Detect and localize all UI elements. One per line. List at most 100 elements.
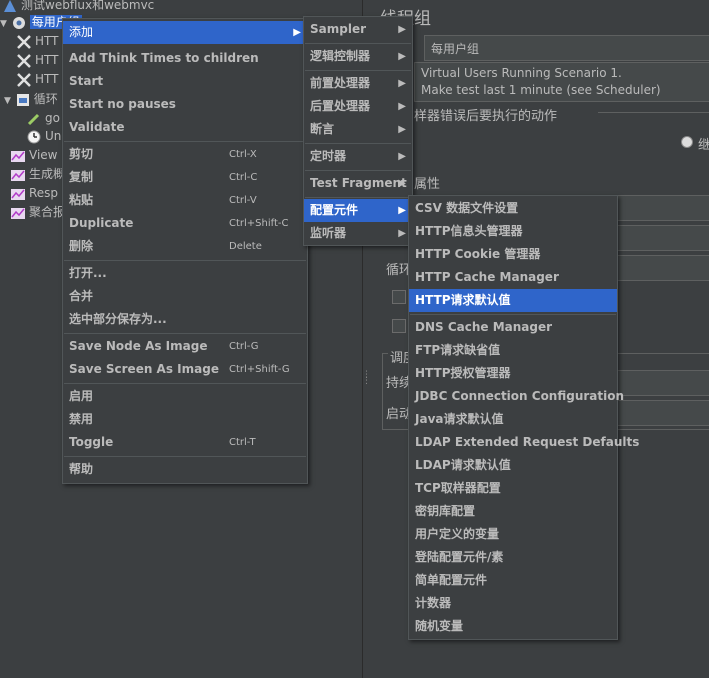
submenu-item-logic-controller[interactable]: 逻辑控制器 ▶ — [304, 45, 412, 68]
tree-node-go[interactable]: go — [26, 109, 60, 127]
menu-item-open[interactable]: 打开... — [63, 262, 307, 285]
submenu-arrow-icon: ▶ — [398, 101, 406, 112]
menu-separator — [64, 260, 306, 261]
tree-node-http-1[interactable]: HTT — [16, 32, 58, 50]
submenu-arrow-icon: ▶ — [398, 78, 406, 89]
menu-item-save-screen-image[interactable]: Save Screen As Image Ctrl+Shift-G — [63, 358, 307, 381]
menu-item-cut[interactable]: 剪切 Ctrl-X — [63, 143, 307, 166]
menu-item-duplicate[interactable]: Duplicate Ctrl+Shift-C — [63, 212, 307, 235]
menu-item-merge[interactable]: 合并 — [63, 285, 307, 308]
on-error-section-label: 样器错误后要执行的动作 — [414, 109, 558, 124]
config-item-keystore-config[interactable]: 密钥库配置 — [409, 500, 617, 523]
thread-properties-label: 属性 — [414, 177, 441, 192]
tree-node-http-2[interactable]: HTT — [16, 51, 58, 69]
sampler-tools-icon — [16, 53, 32, 69]
tree-node-loop[interactable]: ▼ 循环 — [4, 90, 58, 108]
menu-item-paste[interactable]: 粘贴 Ctrl-V — [63, 189, 307, 212]
loop-count-field[interactable] — [616, 255, 709, 281]
radio-label: 继 — [698, 138, 709, 153]
menu-separator — [305, 43, 411, 44]
menu-item-start-no-pauses[interactable]: Start no pauses — [63, 93, 307, 116]
comments-field[interactable]: Virtual Users Running Scenario 1. Make t… — [414, 62, 709, 102]
menu-item-help[interactable]: 帮助 — [63, 458, 307, 481]
submenu-arrow-icon: ▶ — [398, 51, 406, 62]
submenu-item-pre-processor[interactable]: 前置处理器 ▶ — [304, 72, 412, 95]
config-item-ldap-extended-defaults[interactable]: LDAP Extended Request Defaults — [409, 431, 639, 454]
menu-separator — [305, 70, 411, 71]
menu-separator — [305, 170, 411, 171]
menu-item-enable[interactable]: 启用 — [63, 385, 307, 408]
config-item-ldap-defaults[interactable]: LDAP请求默认值 — [409, 454, 617, 477]
test-plan-icon — [2, 0, 18, 14]
submenu-item-post-processor[interactable]: 后置处理器 ▶ — [304, 95, 412, 118]
submenu-arrow-icon: ▶ — [293, 27, 301, 38]
tree-node-resp[interactable]: Resp — [10, 184, 58, 202]
config-item-simple-config[interactable]: 简单配置元件 — [409, 569, 617, 592]
config-item-cookie-manager[interactable]: HTTP Cookie 管理器 — [409, 243, 617, 266]
submenu-arrow-icon: ▶ — [398, 228, 406, 239]
menu-item-save-node-image[interactable]: Save Node As Image Ctrl-G — [63, 335, 307, 358]
pencil-icon — [26, 111, 42, 127]
listener-graph-icon — [10, 205, 26, 221]
submenu-item-test-fragment[interactable]: Test Fragment ▶ — [304, 172, 412, 195]
divider-grip-icon[interactable]: ⋮ ⋮ — [362, 371, 371, 386]
config-item-dns-cache-manager[interactable]: DNS Cache Manager — [409, 316, 617, 339]
duration-field[interactable] — [616, 370, 709, 396]
name-field[interactable]: 每用户组 — [424, 35, 709, 61]
timer-icon — [26, 129, 42, 145]
config-item-tcp-sampler-config[interactable]: TCP取样器配置 — [409, 477, 617, 500]
submenu-item-timer[interactable]: 定时器 ▶ — [304, 145, 412, 168]
threads-count-field[interactable] — [616, 195, 709, 221]
config-item-cache-manager[interactable]: HTTP Cache Manager — [409, 266, 617, 289]
config-item-ftp-defaults[interactable]: FTP请求缺省值 — [409, 339, 617, 362]
listener-graph-icon — [10, 148, 26, 164]
startup-delay-field[interactable] — [616, 400, 709, 426]
submenu-item-listener[interactable]: 监听器 ▶ — [304, 222, 412, 245]
tree-node-http-3[interactable]: HTT — [16, 70, 58, 88]
collapse-arrow-icon[interactable]: ▼ — [4, 96, 11, 106]
listener-graph-icon — [10, 186, 26, 202]
tree-node-aggregate[interactable]: 聚合报 — [10, 203, 65, 221]
config-item-csv-data-set[interactable]: CSV 数据文件设置 — [409, 197, 617, 220]
add-submenu: Sampler ▶ 逻辑控制器 ▶ 前置处理器 ▶ 后置处理器 ▶ 断言 ▶ 定时器 ▶ T… — [303, 16, 413, 246]
submenu-item-assertion[interactable]: 断言 ▶ — [304, 118, 412, 141]
submenu-item-config-element[interactable]: 配置元件 ▶ — [304, 199, 412, 222]
menu-item-start[interactable]: Start — [63, 70, 307, 93]
tree-node-view[interactable]: View — [10, 146, 57, 164]
checkbox-same-user[interactable] — [392, 290, 406, 304]
config-item-http-request-defaults[interactable]: HTTP请求默认值 — [409, 289, 617, 312]
config-item-jdbc-connection[interactable]: JDBC Connection Configuration — [409, 385, 624, 408]
context-menu: 添加 ▶ Add Think Times to children Start St… — [62, 18, 308, 484]
tree-node-summary[interactable]: 生成概 — [10, 165, 65, 183]
menu-item-validate[interactable]: Validate — [63, 116, 307, 139]
tree-node-un[interactable]: Un — [26, 127, 61, 145]
ramp-up-field[interactable] — [616, 225, 709, 251]
menu-item-add-think-times[interactable]: Add Think Times to children — [63, 47, 307, 70]
menu-item-save-selection[interactable]: 选中部分保存为... — [63, 308, 307, 331]
config-item-header-manager[interactable]: HTTP信息头管理器 — [409, 220, 617, 243]
menu-item-copy[interactable]: 复制 Ctrl-C — [63, 166, 307, 189]
submenu-arrow-icon: ▶ — [398, 205, 406, 216]
config-item-java-defaults[interactable]: Java请求默认值 — [409, 408, 617, 431]
continue-radio[interactable] — [681, 136, 693, 148]
config-element-submenu: CSV 数据文件设置 HTTP信息头管理器 HTTP Cookie 管理器 HT… — [408, 195, 639, 640]
submenu-arrow-icon: ▶ — [398, 124, 406, 135]
config-item-counter[interactable]: 计数器 — [409, 592, 617, 615]
section-border — [598, 112, 709, 113]
submenu-item-sampler[interactable]: Sampler ▶ — [304, 18, 412, 41]
config-item-user-defined-variables[interactable]: 用户定义的变量 — [409, 523, 617, 546]
config-item-auth-manager[interactable]: HTTP授权管理器 — [409, 362, 617, 385]
config-item-random-variable[interactable]: 随机变量 — [409, 615, 617, 638]
menu-item-disable[interactable]: 禁用 — [63, 408, 307, 431]
menu-item-add[interactable]: 添加 ▶ — [63, 21, 307, 44]
menu-item-delete[interactable]: 删除 Delete — [63, 235, 307, 258]
collapse-arrow-icon[interactable]: ▼ — [0, 19, 7, 29]
tree-node-test-plan[interactable]: 测试webflux和webmvc — [2, 0, 154, 14]
checkbox-delay-thread[interactable] — [392, 319, 406, 333]
config-item-login-config[interactable]: 登陆配置元件/素 — [409, 546, 617, 569]
gear-icon — [11, 15, 27, 31]
menu-separator — [410, 314, 616, 315]
sampler-tools-icon — [16, 72, 32, 88]
menu-separator — [64, 141, 306, 142]
menu-item-toggle[interactable]: Toggle Ctrl-T — [63, 431, 307, 454]
